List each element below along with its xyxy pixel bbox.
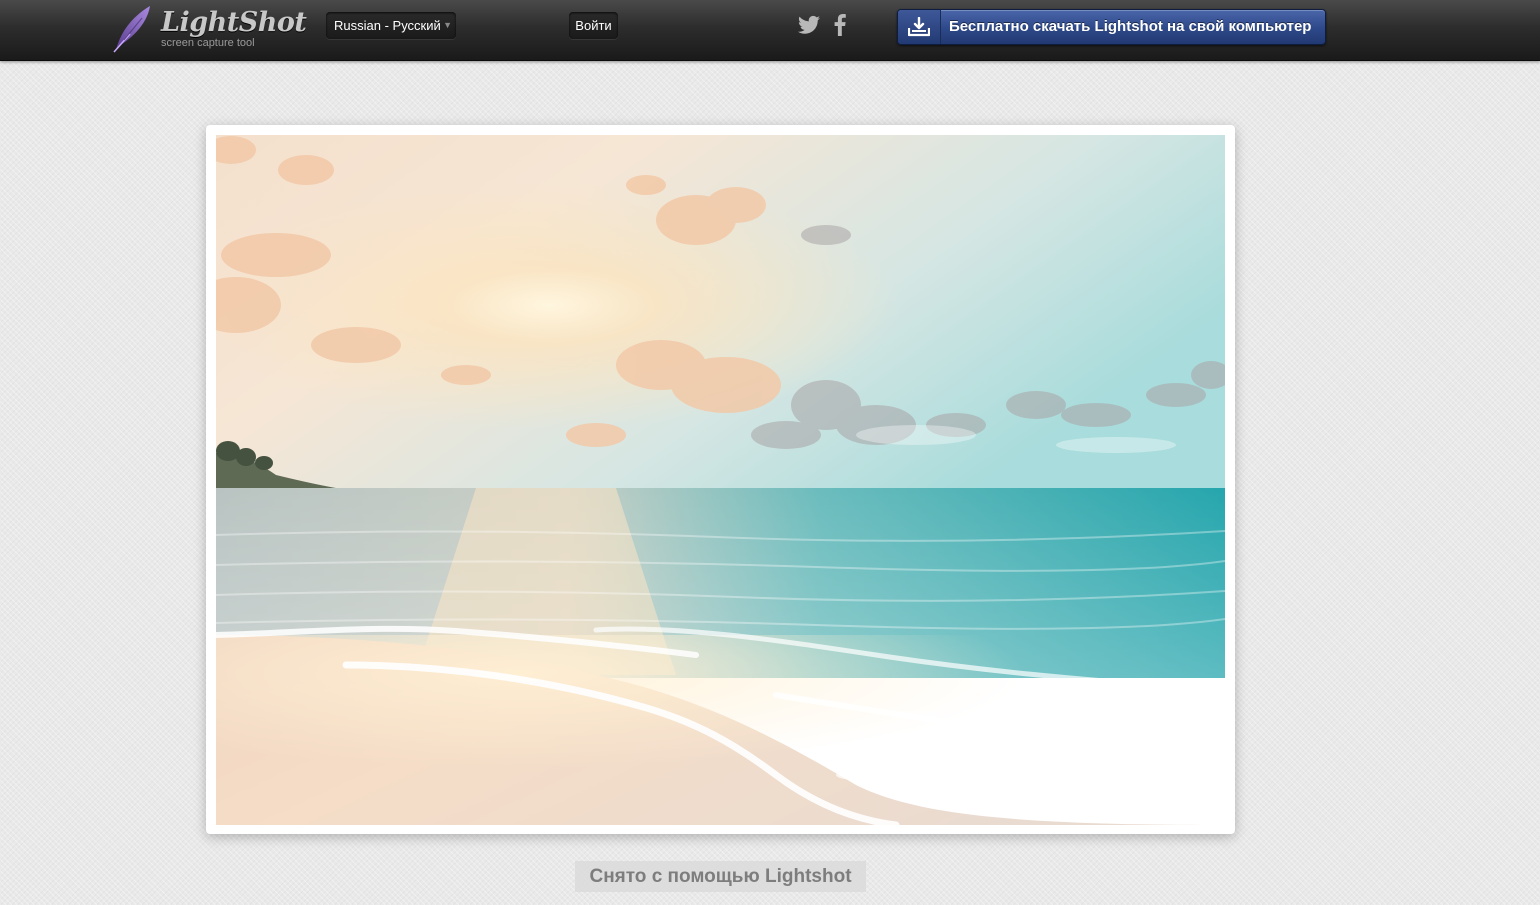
beach-sunset-image[interactable] (216, 135, 1225, 825)
logo-subtitle: screen capture tool (161, 37, 255, 49)
download-button-label: Бесплатно скачать Lightshot на свой комп… (949, 18, 1312, 35)
facebook-icon[interactable] (834, 14, 846, 36)
logo-title: LightShot (161, 7, 307, 38)
screenshot-frame (206, 125, 1235, 834)
download-button[interactable]: Бесплатно скачать Lightshot на свой комп… (897, 9, 1326, 45)
language-select-value: Russian - Русский (334, 18, 441, 33)
lightshot-logo[interactable]: LightShot screen capture tool (110, 4, 307, 54)
twitter-icon[interactable] (798, 15, 820, 35)
chevron-down-icon: ▼ (443, 20, 452, 30)
login-button[interactable]: Войти (569, 12, 618, 39)
captured-with-caption[interactable]: Снято с помощью Lightshot (575, 861, 866, 892)
download-icon-box (898, 10, 941, 44)
download-icon (908, 17, 930, 37)
language-select[interactable]: Russian - Русский ▼ (326, 12, 456, 39)
top-bar: LightShot screen capture tool Russian - … (0, 0, 1540, 61)
feather-icon (113, 6, 150, 53)
